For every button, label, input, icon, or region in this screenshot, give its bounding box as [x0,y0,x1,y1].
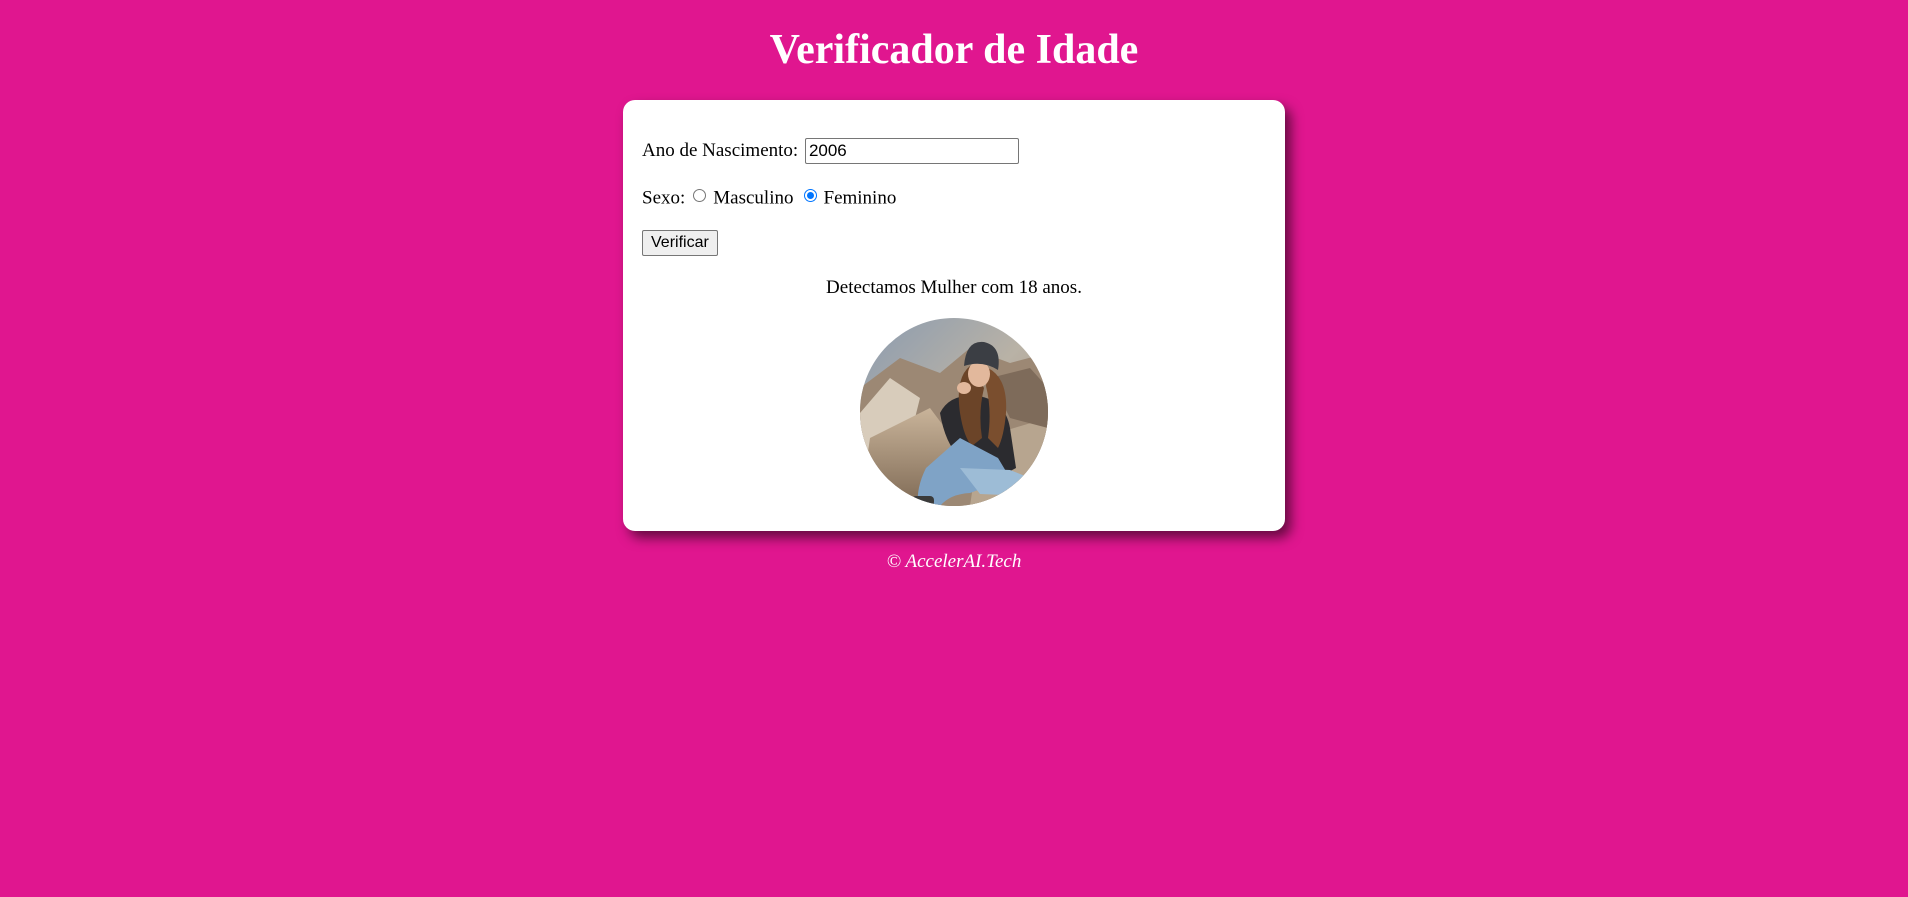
page-title: Verificador de Idade [769,27,1139,73]
result-photo [860,318,1048,506]
footer-copyright: © AccelerAI.Tech [886,551,1022,572]
result-text: Detectamos Mulher com 18 anos. [826,277,1082,298]
sex-label: Sexo: [642,187,686,209]
radio-masculino[interactable] [693,189,707,203]
birth-year-input[interactable] [804,138,1019,164]
radio-masculino-label[interactable]: Masculino [713,188,793,209]
submit-row: Verificar [642,230,718,256]
photo-illustration [860,318,1048,506]
radio-feminino[interactable] [803,189,817,203]
birth-year-label: Ano de Nascimento: [642,140,799,161]
birth-year-row: Ano de Nascimento: [642,138,1019,164]
radio-feminino-label[interactable]: Feminino [824,188,897,209]
sex-row: Sexo: Masculino Feminino [642,186,896,211]
verifier-card: Ano de Nascimento: Sexo: Masculino Feminin… [623,100,1285,531]
verify-button[interactable]: Verificar [642,230,718,256]
